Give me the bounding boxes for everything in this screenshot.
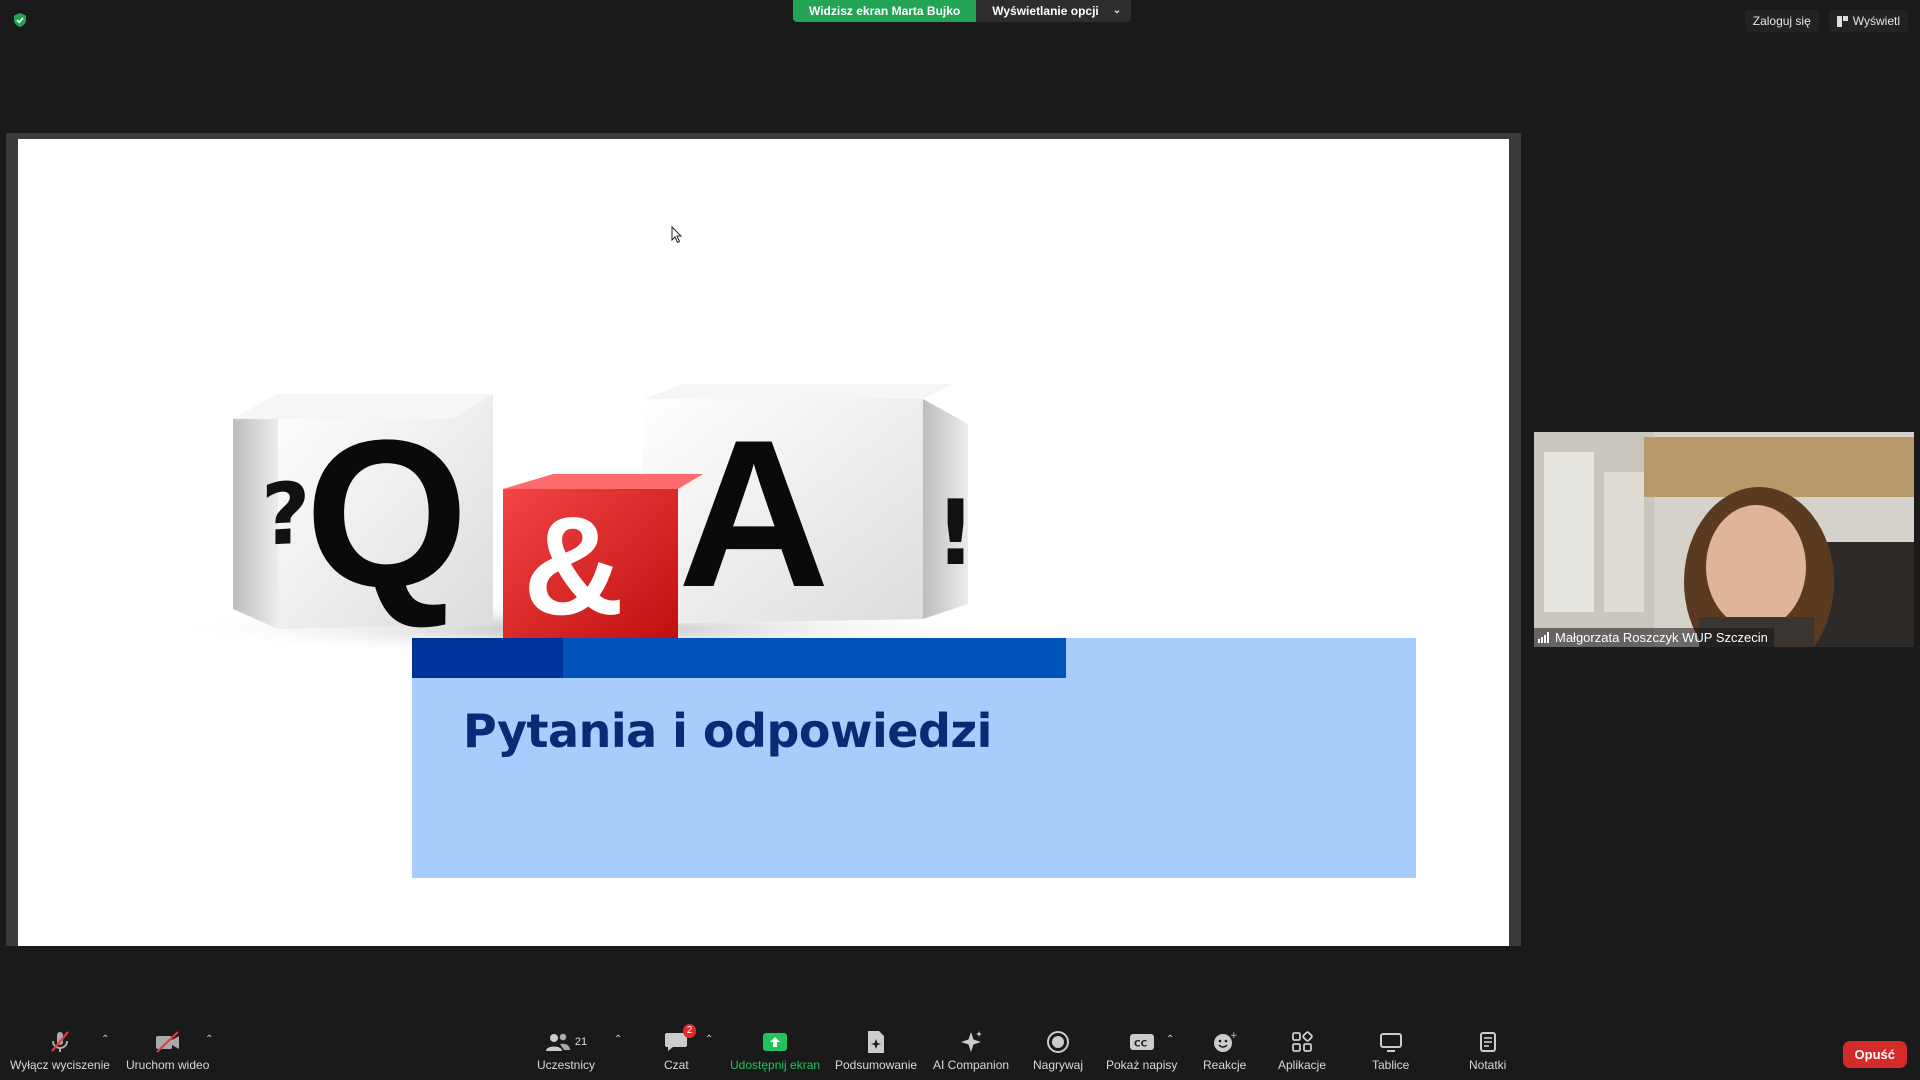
viewing-screen-label: Widzisz ekran Marta Bujko	[793, 0, 977, 22]
apps-grid-icon	[1292, 1031, 1313, 1052]
ai-sparkle-icon	[961, 1031, 983, 1052]
ai-companion-label: AI Companion	[933, 1058, 1010, 1072]
summary-button[interactable]: Podsumowanie	[835, 1028, 917, 1072]
dice-letter-a: A	[678, 396, 830, 631]
view-button[interactable]: Wyświetl	[1828, 10, 1908, 32]
sign-in-button[interactable]: Zaloguj się	[1744, 10, 1819, 32]
share-screen-icon	[763, 1033, 788, 1051]
notes-icon	[1479, 1032, 1496, 1052]
leave-meeting-button[interactable]: Opuść	[1842, 1041, 1907, 1068]
audio-options-chevron-icon[interactable]: ⌃	[101, 1034, 109, 1045]
qa-dice-image: ? Q A ! &	[183, 384, 1003, 654]
sign-in-label: Zaloguj się	[1752, 14, 1811, 28]
record-icon	[1047, 1031, 1069, 1053]
unmute-button[interactable]: Wyłącz wyciszenie	[10, 1028, 110, 1072]
chat-label: Czat	[664, 1058, 689, 1072]
svg-text:!: !	[935, 481, 976, 586]
dice-symbol-ampersand: &	[523, 487, 624, 644]
view-layout-icon	[1836, 15, 1848, 27]
reactions-button[interactable]: + Reakcje	[1203, 1028, 1246, 1072]
mouse-cursor-icon	[671, 226, 683, 244]
whiteboards-label: Tablice	[1372, 1058, 1410, 1072]
start-video-label: Uruchom wideo	[126, 1058, 210, 1072]
shared-slide: ? Q A ! & Pytania i odpowiedzi	[18, 139, 1509, 946]
screen-share-banner: Widzisz ekran Marta Bujko Wyświetlanie o…	[793, 0, 1132, 22]
participant-video-feed	[1534, 432, 1914, 647]
video-options-chevron-icon[interactable]: ⌃	[205, 1034, 213, 1045]
svg-text:+: +	[1230, 1031, 1238, 1041]
ai-companion-button[interactable]: AI Companion	[933, 1028, 1009, 1072]
share-screen-button[interactable]: Udostępnij ekran	[730, 1028, 820, 1072]
summary-document-icon	[868, 1031, 885, 1053]
participants-count: 21	[574, 1036, 588, 1048]
chevron-down-icon: ⌄	[1112, 5, 1122, 16]
view-options-label: Wyświetlanie opcji	[992, 4, 1099, 18]
notes-button[interactable]: Notatki	[1469, 1028, 1506, 1072]
microphone-muted-icon	[51, 1031, 69, 1052]
chat-chevron-icon[interactable]: ⌃	[705, 1034, 713, 1045]
view-options-button[interactable]: Wyświetlanie opcji ⌄	[976, 0, 1132, 22]
svg-text:CC: CC	[1134, 1040, 1148, 1050]
camera-off-icon	[155, 1031, 179, 1053]
participant-name: Małgorzata Roszczyk WUP Szczecin	[1555, 630, 1768, 645]
captions-label: Pokaż napisy	[1106, 1058, 1178, 1072]
record-button[interactable]: Nagrywaj	[1033, 1028, 1083, 1072]
view-label: Wyświetl	[1852, 14, 1900, 28]
signal-strength-icon	[1538, 632, 1549, 643]
summary-label: Podsumowanie	[835, 1058, 918, 1072]
captions-chevron-icon[interactable]: ⌃	[1166, 1034, 1174, 1045]
unmute-label: Wyłącz wyciszenie	[10, 1058, 110, 1072]
whiteboard-icon	[1379, 1033, 1402, 1052]
participants-button[interactable]: 21 Uczestnicy	[537, 1028, 595, 1072]
notes-label: Notatki	[1469, 1058, 1507, 1072]
participants-icon	[545, 1033, 570, 1051]
reaction-smiley-icon: +	[1213, 1031, 1238, 1052]
participant-video-tile[interactable]: Małgorzata Roszczyk WUP Szczecin	[1534, 432, 1914, 647]
record-label: Nagrywaj	[1033, 1058, 1084, 1072]
title-accent-bar	[563, 638, 1066, 678]
start-video-button[interactable]: Uruchom wideo	[126, 1028, 209, 1072]
participants-label: Uczestnicy	[537, 1058, 596, 1072]
slide-title: Pytania i odpowiedzi	[463, 704, 992, 758]
chat-unread-badge: 2	[682, 1024, 697, 1038]
chat-button[interactable]: 2 Czat	[664, 1024, 697, 1072]
share-screen-label: Udostępnij ekran	[730, 1058, 821, 1072]
reactions-label: Reakcje	[1203, 1058, 1247, 1072]
meeting-toolbar: Wyłącz wyciszenie ⌃ Uruchom wideo ⌃ 21 U…	[0, 1020, 1920, 1080]
dice-letter-q: Q	[305, 396, 468, 631]
top-right-controls: Zaloguj się Wyświetl	[1744, 10, 1908, 32]
svg-text:?: ?	[261, 464, 310, 566]
whiteboards-button[interactable]: Tablice	[1372, 1028, 1409, 1072]
participant-name-tag: Małgorzata Roszczyk WUP Szczecin	[1534, 628, 1774, 647]
apps-label: Aplikacje	[1278, 1058, 1327, 1072]
encryption-shield-icon[interactable]	[12, 12, 28, 28]
closed-captions-icon: CC	[1129, 1034, 1154, 1050]
participants-chevron-icon[interactable]: ⌃	[614, 1034, 622, 1045]
apps-button[interactable]: Aplikacje	[1278, 1028, 1326, 1072]
title-accent-bar-dark	[412, 638, 563, 678]
